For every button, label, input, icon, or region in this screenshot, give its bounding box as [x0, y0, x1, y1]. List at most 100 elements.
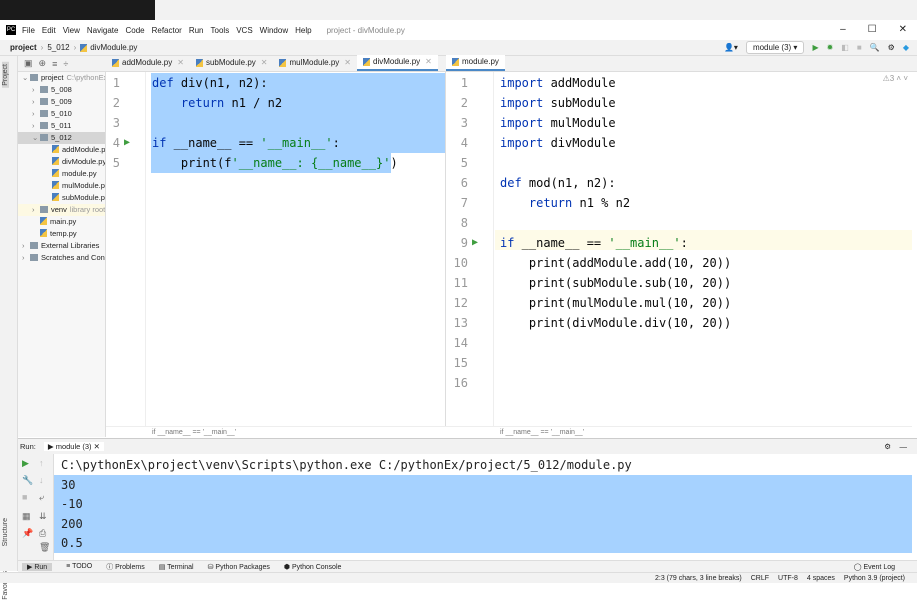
code-line[interactable]: def mod(n1, n2):: [500, 173, 616, 193]
tab-mulmodule[interactable]: mulModule.py ✕: [273, 55, 357, 71]
status-item[interactable]: CRLF: [751, 575, 769, 582]
breadcrumb-item[interactable]: project: [10, 43, 37, 52]
tree-item[interactable]: divModule.py: [18, 156, 105, 168]
coverage-icon[interactable]: ◧: [841, 43, 849, 52]
code-line[interactable]: print(mulModule.mul(10, 20)): [500, 293, 731, 313]
tool-python-packages[interactable]: ⛁ Python Packages: [208, 563, 270, 571]
trash-icon[interactable]: 🗑: [39, 542, 50, 553]
code-line[interactable]: print(addModule.add(10, 20)): [500, 253, 731, 273]
close-tab-icon[interactable]: ✕: [344, 55, 351, 71]
run-config-select[interactable]: module (3) ▾: [745, 41, 805, 54]
rerun-icon[interactable]: ▶: [22, 458, 29, 469]
maximize-button[interactable]: ☐: [868, 24, 877, 35]
breadcrumb-item[interactable]: 5_012: [47, 43, 69, 52]
tree-item[interactable]: › venv library root: [18, 204, 105, 216]
print-icon[interactable]: ⎙: [39, 528, 46, 539]
scroll-end-icon[interactable]: ⇊: [39, 511, 47, 522]
chevron-icon[interactable]: ›: [22, 252, 30, 264]
wrench-icon[interactable]: 🔧: [22, 475, 33, 486]
close-tab-icon[interactable]: ✕: [261, 55, 268, 71]
code-line[interactable]: import mulModule: [500, 113, 616, 133]
code-line[interactable]: import addModule: [500, 73, 616, 93]
tool-run[interactable]: ▶ Run: [22, 562, 53, 571]
tab-submodule[interactable]: subModule.py ✕: [190, 55, 274, 71]
tab-module[interactable]: module.py: [446, 55, 505, 71]
stop-icon[interactable]: ■: [22, 492, 27, 502]
jetbrains-icon[interactable]: ◆: [903, 43, 909, 52]
tree-item[interactable]: addModule.py: [18, 144, 105, 156]
run-output[interactable]: C:\pythonEx\project\venv\Scripts\python.…: [54, 454, 912, 560]
run-gutter-icon[interactable]: ▶: [472, 237, 478, 248]
up-icon[interactable]: ↑: [39, 458, 44, 468]
tool-problems[interactable]: ⓘ Problems: [106, 562, 145, 572]
code-line[interactable]: if __name__ == '__main__':: [152, 133, 340, 153]
collapse-icon[interactable]: ÷: [63, 59, 68, 69]
menu-code[interactable]: Code: [125, 26, 144, 35]
code-line[interactable]: return n1 % n2: [500, 193, 630, 213]
run-gutter-icon[interactable]: ▶: [124, 137, 130, 148]
project-tool-tab[interactable]: Project: [2, 62, 9, 88]
code-line[interactable]: print(subModule.sub(10, 20)): [500, 273, 731, 293]
tree-item[interactable]: › 5_009: [18, 96, 105, 108]
right-editor-breadcrumb[interactable]: if __name__ == '__main__': [446, 426, 912, 438]
layout-icon[interactable]: ▣: [24, 58, 33, 69]
user-icon[interactable]: 👤▾: [724, 43, 738, 52]
left-editor-breadcrumb[interactable]: if __name__ == '__main__': [106, 426, 446, 438]
tree-item[interactable]: mulModule.py: [18, 180, 105, 192]
pin-icon[interactable]: 📌: [22, 528, 33, 539]
menu-view[interactable]: View: [63, 26, 80, 35]
structure-tool-tab[interactable]: Structure: [2, 518, 9, 546]
tree-item[interactable]: › Scratches and Consoles: [18, 252, 105, 264]
tree-item[interactable]: › 5_008: [18, 84, 105, 96]
tree-item[interactable]: ⌄ project C:\pythonEx: [18, 72, 105, 84]
stop-icon[interactable]: ■: [857, 43, 862, 52]
chevron-icon[interactable]: ›: [32, 84, 40, 96]
tool-terminal[interactable]: ▤ Terminal: [159, 563, 194, 571]
minimize-button[interactable]: –: [840, 24, 846, 35]
soft-wrap-icon[interactable]: ⤶: [39, 492, 44, 503]
layout-icon[interactable]: ▦: [22, 511, 31, 522]
tree-item[interactable]: module.py: [18, 168, 105, 180]
run-tab[interactable]: ▶ module (3) ✕: [43, 442, 104, 451]
gear-icon[interactable]: ⚙: [884, 442, 891, 451]
tree-item[interactable]: subModule.py: [18, 192, 105, 204]
tree-item[interactable]: temp.py: [18, 228, 105, 240]
tree-item[interactable]: › 5_011: [18, 120, 105, 132]
tool-python-console[interactable]: ⬢ Python Console: [284, 563, 341, 571]
close-tab-icon[interactable]: ✕: [425, 54, 432, 70]
event-log-button[interactable]: ◯ Event Log: [854, 563, 895, 571]
tree-item[interactable]: › 5_010: [18, 108, 105, 120]
breadcrumb-item[interactable]: divModule.py: [90, 43, 137, 52]
expand-icon[interactable]: ≡: [52, 59, 57, 69]
status-item[interactable]: 2:3 (79 chars, 3 line breaks): [655, 575, 742, 582]
tab-addmodule[interactable]: addModule.py ✕: [106, 55, 190, 71]
menu-navigate[interactable]: Navigate: [87, 26, 119, 35]
chevron-icon[interactable]: ›: [32, 108, 40, 120]
gear-icon[interactable]: ⚙: [888, 43, 895, 52]
code-line[interactable]: def div(n1, n2):: [152, 73, 268, 93]
search-icon[interactable]: 🔍: [870, 43, 880, 52]
code-line[interactable]: print(f'__name__: {__name__}'): [152, 153, 398, 173]
chevron-icon[interactable]: ⌄: [22, 72, 30, 84]
menu-tools[interactable]: Tools: [211, 26, 230, 35]
chevron-icon[interactable]: ›: [32, 96, 40, 108]
menu-refactor[interactable]: Refactor: [152, 26, 182, 35]
tool-todo[interactable]: ≡ TODO: [66, 563, 92, 570]
status-item[interactable]: Python 3.9 (project): [844, 575, 905, 582]
status-item[interactable]: 4 spaces: [807, 575, 835, 582]
left-editor[interactable]: ⚠2 ˄ ˅ 1def div(n1, n2):2 return n1 / n2…: [106, 72, 446, 426]
right-editor[interactable]: ⚠3 ˄ ˅ 1 import addModule 2 import subModul…: [446, 72, 912, 426]
tree-item[interactable]: main.py: [18, 216, 105, 228]
chevron-icon[interactable]: ›: [22, 240, 30, 252]
locate-icon[interactable]: ⊕: [39, 58, 47, 69]
close-tab-icon[interactable]: ✕: [177, 55, 184, 71]
code-line[interactable]: return n1 / n2: [152, 93, 282, 113]
chevron-icon[interactable]: ⌄: [32, 132, 40, 144]
code-line[interactable]: import subModule: [500, 93, 616, 113]
chevron-icon[interactable]: ›: [32, 120, 40, 132]
down-icon[interactable]: ↓: [39, 475, 44, 485]
menu-edit[interactable]: Edit: [42, 26, 56, 35]
menu-vcs[interactable]: VCS: [236, 26, 252, 35]
menu-file[interactable]: File: [22, 26, 35, 35]
code-line[interactable]: print(divModule.div(10, 20)): [500, 313, 731, 333]
